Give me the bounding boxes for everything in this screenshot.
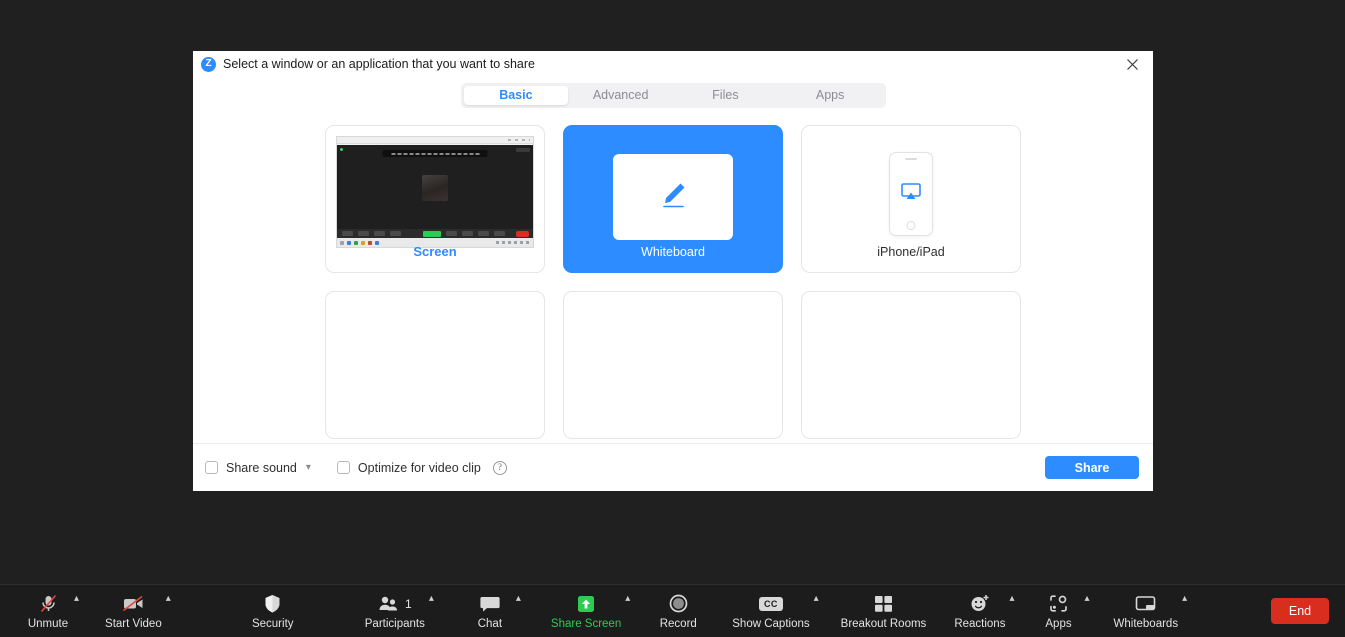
- share-sound-label: Share sound: [226, 460, 297, 475]
- toolbar-record-button[interactable]: Record: [656, 585, 700, 637]
- chat-options-chevron-up-icon[interactable]: ▴: [512, 593, 525, 604]
- share-source-iphone-ipad[interactable]: iPhone/iPad: [801, 125, 1021, 273]
- close-icon[interactable]: [1111, 51, 1153, 77]
- whiteboards-options-chevron-up-icon[interactable]: ▴: [1178, 593, 1191, 604]
- microphone-muted-icon: [38, 592, 59, 615]
- toolbar-participants-button[interactable]: 1 Participants: [365, 585, 425, 637]
- chat-bubble-icon: [479, 592, 501, 615]
- share-source-label: iPhone/iPad: [877, 245, 945, 259]
- toolbar-apps-button[interactable]: Apps: [1036, 585, 1080, 637]
- share-source-label: Screen: [413, 244, 457, 259]
- toolbar-label: Record: [659, 618, 697, 630]
- pencil-icon: [650, 172, 696, 223]
- toolbar-label: Whiteboards: [1113, 618, 1179, 630]
- video-options-chevron-up-icon[interactable]: ▴: [162, 593, 175, 604]
- checkbox-box: [205, 461, 218, 474]
- breakout-rooms-icon: [873, 592, 894, 615]
- dialog-title: Select a window or an application that y…: [223, 57, 535, 71]
- end-meeting-button[interactable]: End: [1271, 598, 1329, 624]
- whiteboards-icon: [1134, 592, 1158, 615]
- toolbar-security-button[interactable]: Security: [251, 585, 295, 637]
- optimize-video-checkbox[interactable]: Optimize for video clip: [336, 460, 481, 475]
- airplay-icon: [900, 182, 922, 207]
- share-source-placeholder: [801, 291, 1021, 439]
- toolbar-label: Breakout Rooms: [840, 618, 927, 630]
- toolbar-unmute-button[interactable]: Unmute: [26, 585, 70, 637]
- apps-options-chevron-up-icon[interactable]: ▴: [1080, 593, 1093, 604]
- dialog-titlebar: Z Select a window or an application that…: [193, 51, 1153, 77]
- toolbar-label: Start Video: [105, 618, 162, 630]
- record-circle-icon: [668, 592, 689, 615]
- toolbar-label: Participants: [364, 618, 425, 630]
- participants-options-chevron-up-icon[interactable]: ▴: [425, 593, 438, 604]
- meeting-toolbar: Unmute ▴ Start Video ▴ Security 1 Partic…: [0, 584, 1345, 637]
- toolbar-label: Reactions: [954, 618, 1006, 630]
- share-source-label: Whiteboard: [641, 245, 705, 259]
- toolbar-label: Unmute: [27, 618, 69, 630]
- participants-icon: 1: [378, 592, 412, 615]
- toolbar-chat-button[interactable]: Chat: [468, 585, 512, 637]
- share-sound-chevron-down-icon[interactable]: ▾: [306, 462, 311, 473]
- toolbar-whiteboards-button[interactable]: Whiteboards: [1113, 585, 1179, 637]
- share-source-placeholder: [563, 291, 783, 439]
- dialog-tabs: Basic Advanced Files Apps: [460, 82, 886, 108]
- share-sound-checkbox[interactable]: Share sound: [205, 461, 297, 475]
- toolbar-start-video-button[interactable]: Start Video: [105, 585, 162, 637]
- share-sources-area: Screen Whiteboard iPhone/iPad: [193, 113, 1153, 443]
- cc-badge-text: CC: [758, 596, 783, 611]
- tab-apps[interactable]: Apps: [778, 86, 883, 105]
- share-source-placeholder: [325, 291, 545, 439]
- toolbar-label: Apps: [1045, 618, 1072, 630]
- reactions-options-chevron-up-icon[interactable]: ▴: [1005, 593, 1018, 604]
- tab-basic[interactable]: Basic: [463, 85, 569, 105]
- dialog-tabs-row: Basic Advanced Files Apps: [193, 77, 1153, 113]
- share-options-chevron-up-icon[interactable]: ▴: [621, 593, 634, 604]
- toolbar-label: Security: [251, 618, 294, 630]
- share-screen-icon: [575, 592, 597, 615]
- audio-options-chevron-up-icon[interactable]: ▴: [70, 593, 83, 604]
- help-icon[interactable]: ?: [492, 460, 507, 475]
- apps-icon: [1048, 592, 1069, 615]
- shield-icon: [263, 592, 282, 615]
- share-button[interactable]: Share: [1045, 456, 1139, 479]
- phone-mock: [889, 152, 933, 236]
- share-screen-dialog: Z Select a window or an application that…: [193, 51, 1153, 491]
- captions-options-chevron-up-icon[interactable]: ▴: [810, 593, 823, 604]
- tab-advanced[interactable]: Advanced: [568, 86, 673, 105]
- share-source-screen[interactable]: Screen: [325, 125, 545, 273]
- toolbar-label: Show Captions: [732, 618, 810, 630]
- screen-thumbnail: [336, 136, 534, 248]
- participants-count: 1: [404, 596, 412, 611]
- optimize-video-label: Optimize for video clip: [357, 460, 481, 475]
- share-source-whiteboard[interactable]: Whiteboard: [563, 125, 783, 273]
- toolbar-share-screen-button[interactable]: Share Screen: [551, 585, 621, 637]
- reactions-icon: [969, 592, 991, 615]
- share-sources-grid: Screen Whiteboard iPhone/iPad: [193, 125, 1153, 439]
- tab-files[interactable]: Files: [673, 86, 778, 105]
- video-off-icon: [121, 592, 146, 615]
- closed-captions-icon: CC: [758, 592, 783, 615]
- screen-root: Z Select a window or an application that…: [0, 0, 1345, 637]
- toolbar-label: Share Screen: [550, 618, 622, 630]
- checkbox-box: [336, 461, 350, 474]
- toolbar-show-captions-button[interactable]: CC Show Captions: [732, 585, 810, 637]
- toolbar-label: Chat: [477, 618, 503, 630]
- dialog-footer: Share sound ▾ Optimize for video clip ? …: [193, 443, 1153, 491]
- toolbar-reactions-button[interactable]: Reactions: [954, 585, 1005, 637]
- whiteboard-card: [613, 154, 733, 240]
- toolbar-breakout-rooms-button[interactable]: Breakout Rooms: [840, 585, 927, 637]
- zoom-logo-icon: Z: [201, 56, 216, 72]
